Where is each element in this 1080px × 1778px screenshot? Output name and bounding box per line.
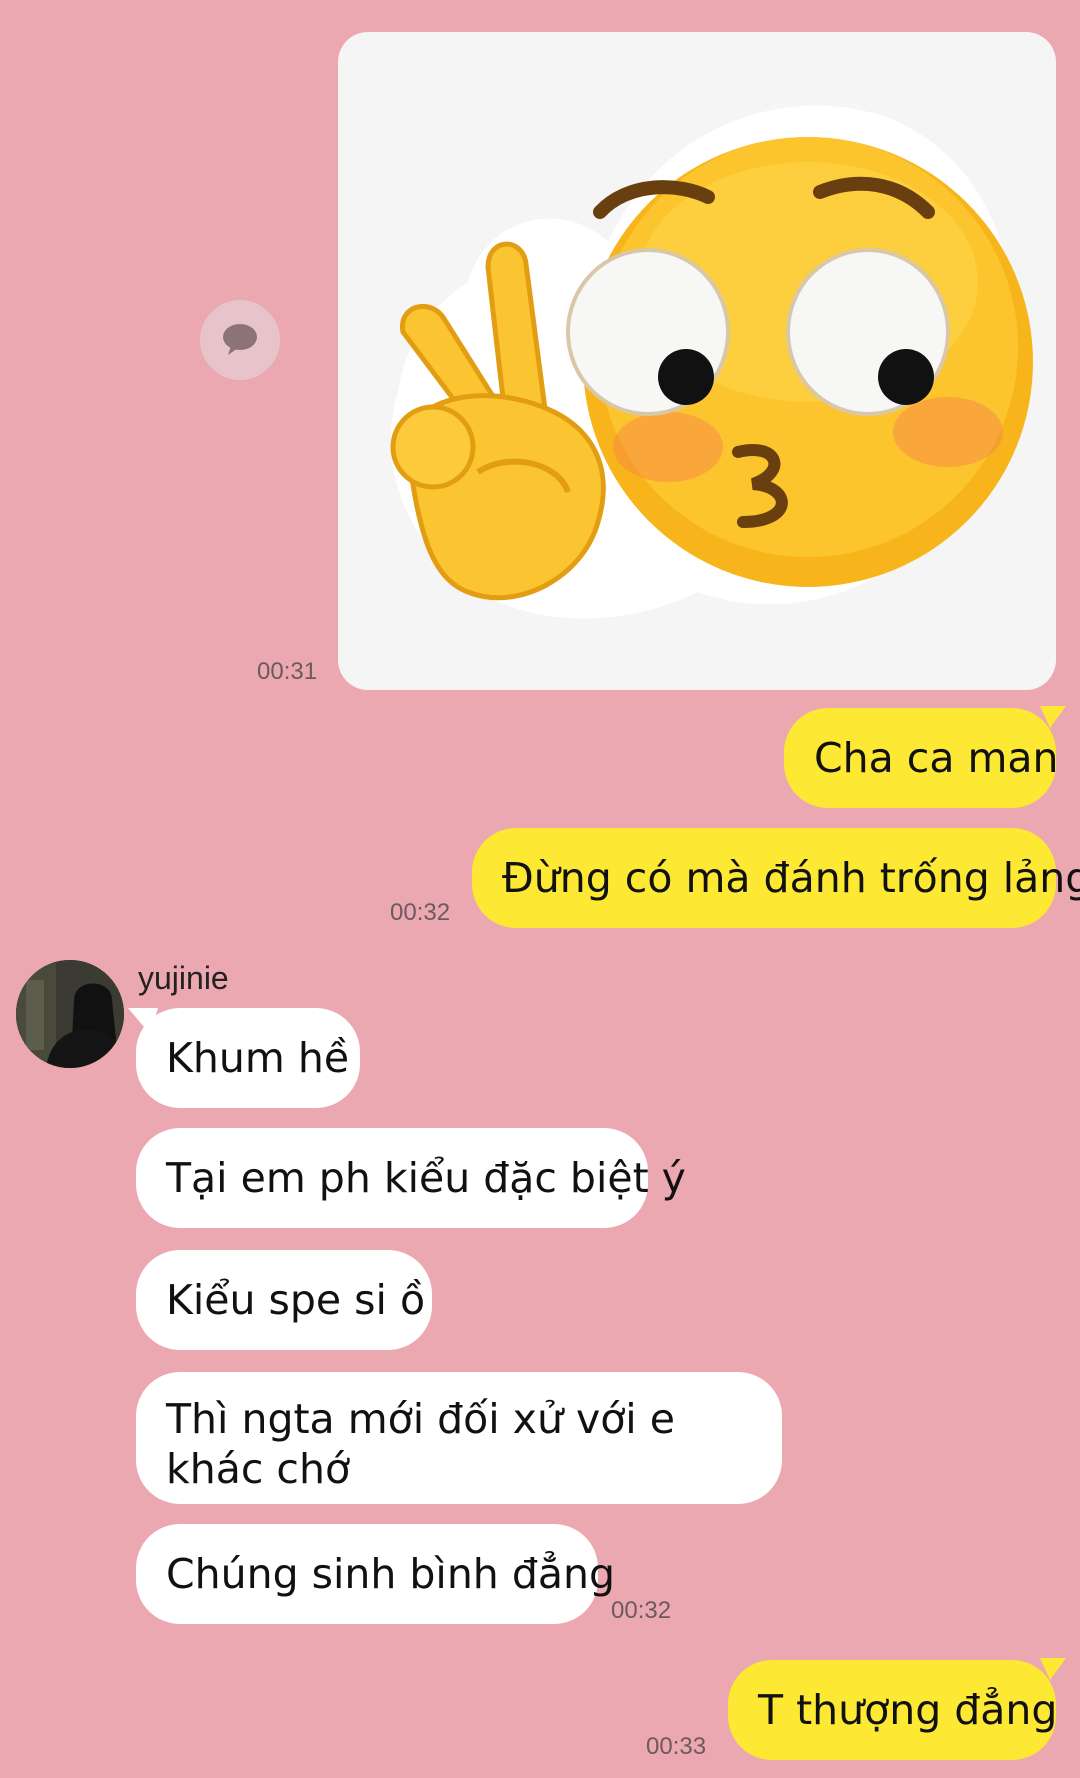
message-text: Cha ca man xyxy=(814,734,1059,782)
message-text: Thì ngta mới đối xử với e khác chớ xyxy=(166,1395,675,1493)
peace-sign-kiss-emoji-sticker xyxy=(390,105,1033,619)
incoming-message[interactable]: Tại em ph kiểu đặc biệt ý xyxy=(136,1128,686,1228)
incoming-message[interactable]: Khum hề xyxy=(136,1008,360,1108)
sender-name: yujinie xyxy=(138,960,229,996)
incoming-message[interactable]: Chúng sinh bình đẳng xyxy=(136,1524,615,1624)
outgoing-message[interactable]: T thượng đẳng xyxy=(728,1660,1058,1760)
bubble-tail xyxy=(1040,706,1066,728)
sticker-timestamp: 00:31 xyxy=(257,658,318,685)
incoming-message[interactable]: Thì ngta mới đối xử với e khác chớ xyxy=(136,1372,782,1504)
message-timestamp: 00:32 xyxy=(611,1597,672,1624)
message-text: Kiểu spe si ồ xyxy=(166,1276,426,1324)
message-text: Đừng có mà đánh trống lảng xyxy=(502,854,1080,902)
reply-button[interactable] xyxy=(200,300,280,380)
message-timestamp: 00:33 xyxy=(646,1733,707,1760)
message-timestamp: 00:32 xyxy=(390,899,451,926)
avatar[interactable] xyxy=(16,960,124,1068)
outgoing-message[interactable]: Đừng có mà đánh trống lảng xyxy=(472,828,1080,928)
message-text: Chúng sinh bình đẳng xyxy=(166,1550,615,1598)
message-text: T thượng đẳng xyxy=(758,1686,1058,1734)
speech-bubble-icon xyxy=(223,324,257,355)
sticker-message[interactable] xyxy=(338,32,1056,690)
bubble-tail xyxy=(1040,1658,1066,1680)
message-text: Tại em ph kiểu đặc biệt ý xyxy=(166,1154,686,1202)
outgoing-message[interactable]: Cha ca man xyxy=(784,708,1059,808)
user-avatar-photo xyxy=(16,960,124,1068)
message-text: Khum hề xyxy=(166,1034,350,1082)
incoming-message[interactable]: Kiểu spe si ồ xyxy=(136,1250,432,1350)
